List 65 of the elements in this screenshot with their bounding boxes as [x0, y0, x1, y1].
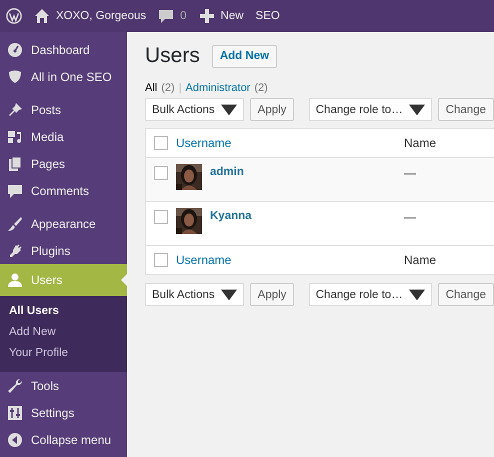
count: (2) — [254, 82, 268, 94]
apply-button[interactable]: Apply — [250, 283, 294, 306]
gauge-icon — [7, 42, 23, 58]
count: (2) — [161, 82, 175, 94]
menu-item[interactable]: Collapse menu — [0, 426, 127, 453]
table-cell-text: — — [404, 209, 416, 224]
column-header: Name — [404, 253, 436, 267]
speech-bubble-icon — [158, 8, 174, 24]
menu-item[interactable]: Pages — [0, 150, 127, 177]
caret-icon — [408, 286, 425, 302]
seo-link[interactable]: SEO — [256, 10, 280, 22]
plus-icon — [198, 8, 215, 24]
caret-icon — [220, 286, 237, 302]
column-header: Name — [404, 136, 436, 150]
role-dropdown[interactable]: Change role to… — [308, 98, 432, 121]
menu-item[interactable]: Dashboard — [0, 36, 127, 63]
apply-button[interactable]: Apply — [250, 98, 294, 121]
person-icon — [7, 272, 23, 288]
pages-icon — [7, 156, 23, 172]
bulk-actions-dropdown[interactable]: Bulk Actions — [145, 283, 244, 306]
caret-icon — [220, 102, 237, 118]
filter-link[interactable]: All — [145, 82, 158, 94]
home-icon — [34, 8, 50, 24]
menu-item[interactable]: Comments — [0, 177, 127, 204]
media-icon — [7, 128, 23, 144]
menu-item[interactable]: Appearance — [0, 210, 127, 237]
username-link[interactable]: Kyanna — [210, 208, 252, 234]
checkbox[interactable] — [154, 210, 168, 224]
filter-link[interactable]: Administrator — [186, 82, 250, 94]
menu-item[interactable]: Tools — [0, 372, 127, 399]
wrench-icon — [7, 378, 23, 394]
page-title: Users — [145, 44, 200, 68]
submenu-item[interactable]: Add New — [0, 322, 127, 343]
checkbox[interactable] — [154, 253, 168, 267]
role-dropdown[interactable]: Change role to… — [308, 283, 432, 306]
pushpin-icon — [7, 102, 23, 118]
plug-icon — [7, 242, 23, 258]
menu-item[interactable]: Media — [0, 123, 127, 150]
settings-icon — [7, 404, 23, 420]
bulk-actions-dropdown[interactable]: Bulk Actions — [145, 98, 244, 121]
menu-item[interactable]: Plugins — [0, 237, 127, 264]
wordpress-logo-icon[interactable] — [6, 8, 22, 24]
separator: | — [178, 82, 182, 94]
change-button[interactable]: Change — [438, 98, 494, 121]
checkbox[interactable] — [154, 166, 168, 180]
shield-icon — [7, 68, 23, 84]
change-button[interactable]: Change — [438, 283, 494, 306]
new-link[interactable]: New — [220, 10, 244, 22]
checkbox[interactable] — [154, 136, 168, 150]
menu-item[interactable]: Posts — [0, 96, 127, 123]
comment-count[interactable]: 0 — [180, 10, 187, 22]
table-cell-text: — — [404, 165, 416, 180]
menu-item[interactable]: All in One SEO — [0, 63, 127, 90]
submenu-item[interactable]: All Users — [0, 301, 127, 322]
column-header[interactable]: Username — [176, 253, 232, 267]
submenu-item[interactable]: Your Profile — [0, 343, 127, 364]
speech-bubble-icon — [7, 182, 23, 198]
username-link[interactable]: admin — [210, 164, 244, 190]
caret-icon — [408, 102, 425, 118]
add-new-button[interactable]: Add New — [212, 44, 278, 68]
menu-item[interactable]: Settings — [0, 399, 127, 426]
paintbrush-icon — [7, 216, 23, 232]
column-header[interactable]: Username — [176, 136, 232, 150]
collapse-icon — [7, 432, 23, 448]
site-link[interactable]: XOXO, Gorgeous — [56, 10, 146, 22]
